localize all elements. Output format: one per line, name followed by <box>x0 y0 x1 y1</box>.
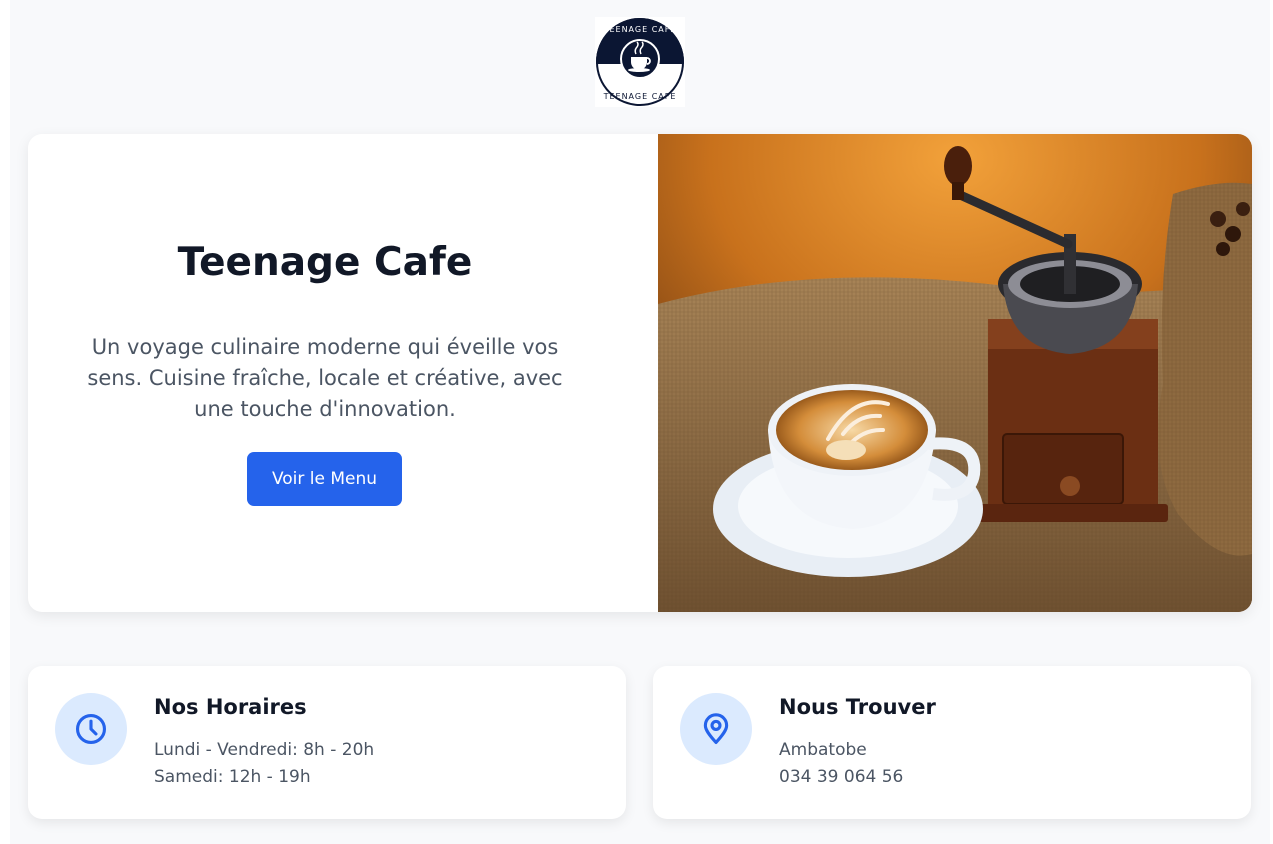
hero-title: Teenage Cafe <box>177 240 473 285</box>
hero-card: Teenage Cafe Un voyage culinaire moderne… <box>28 134 1252 612</box>
logo[interactable]: TEENAGE CAFE TEENAGE CAFE <box>595 17 685 108</box>
svg-text:TEENAGE CAFE: TEENAGE CAFE <box>603 25 677 34</box>
clock-icon <box>75 713 107 745</box>
hours-title: Nos Horaires <box>154 695 307 719</box>
page: TEENAGE CAFE TEENAGE CAFE Teenage Cafe U… <box>10 0 1270 844</box>
location-phone[interactable]: 034 39 064 56 <box>779 767 903 787</box>
hours-card: Nos Horaires Lundi - Vendredi: 8h - 20h … <box>28 666 626 819</box>
hours-icon-badge <box>55 693 127 765</box>
view-menu-button[interactable]: Voir le Menu <box>247 452 402 506</box>
location-address: Ambatobe <box>779 740 867 760</box>
hours-saturday: Samedi: 12h - 19h <box>154 767 311 787</box>
svg-text:TEENAGE CAFE: TEENAGE CAFE <box>603 92 677 101</box>
location-card: Nous Trouver Ambatobe 034 39 064 56 <box>653 666 1251 819</box>
hero-description: Un voyage culinaire moderne qui éveille … <box>87 335 563 421</box>
hours-weekday: Lundi - Vendredi: 8h - 20h <box>154 740 375 760</box>
hero-text-panel: Teenage Cafe Un voyage culinaire moderne… <box>28 134 658 612</box>
location-title: Nous Trouver <box>779 695 936 719</box>
location-icon-badge <box>680 693 752 765</box>
logo-icon: TEENAGE CAFE TEENAGE CAFE <box>596 18 684 108</box>
coffee-photo <box>658 134 1252 612</box>
map-pin-icon <box>703 713 729 745</box>
